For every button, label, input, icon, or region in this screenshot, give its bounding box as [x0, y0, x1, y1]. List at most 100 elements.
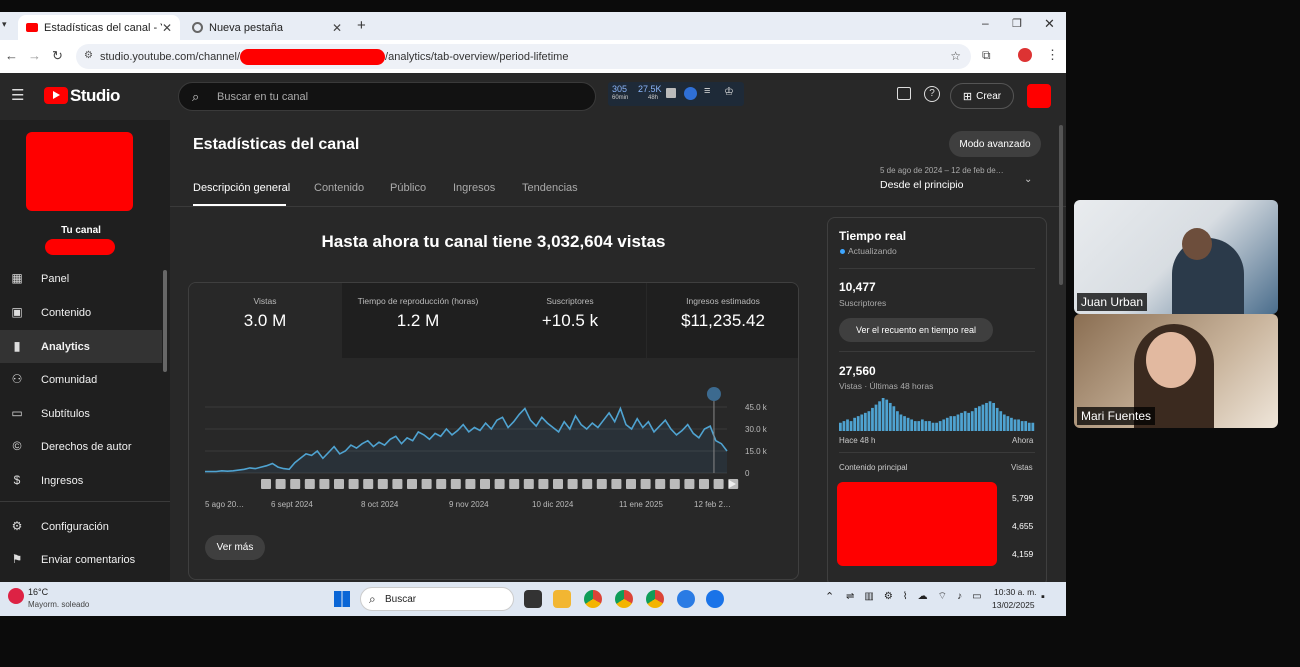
participant-name: Mari Fuentes: [1077, 407, 1156, 425]
address-bar[interactable]: ⚙ studio.youtube.com/channel/ /analytics…: [76, 44, 971, 69]
nav-earn[interactable]: $ Ingresos: [0, 464, 162, 497]
channel-avatar[interactable]: [26, 132, 133, 211]
bookmark-star-icon[interactable]: ☆: [950, 49, 961, 63]
metric-value: 3.0 M: [243, 311, 287, 330]
nav-settings[interactable]: ⚙ Configuración: [0, 510, 162, 543]
date-range-picker[interactable]: 5 de ago de 2024 – 12 de feb de… Desde e…: [880, 166, 1040, 196]
tray-icons[interactable]: ⇌▥⚙⌇☁⌔♪▭: [846, 590, 992, 603]
metric-revenue[interactable]: Ingresos estimados $11,235.42: [647, 283, 798, 358]
close-tab-icon[interactable]: ✕: [162, 21, 172, 35]
ext-avatar-icon[interactable]: [684, 87, 697, 100]
browser-tab-analytics[interactable]: Estadísticas del canal - YouTube ✕: [18, 15, 180, 40]
url-prefix: studio.youtube.com/channel/: [100, 50, 241, 63]
chrome-profile-icon[interactable]: [615, 590, 633, 608]
realtime-bar: [881, 398, 885, 431]
metric-watch-time[interactable]: Tiempo de reproducción (horas) 1.2 M: [342, 283, 494, 358]
realtime-bar: [903, 416, 906, 431]
profile-avatar[interactable]: [1018, 48, 1032, 62]
see-more-button[interactable]: Ver más: [205, 535, 265, 560]
tab-trends[interactable]: Tendencias: [522, 182, 578, 194]
close-window-icon[interactable]: ✕: [1044, 16, 1055, 32]
sidebar-divider: [0, 501, 170, 502]
realtime-bar: [863, 412, 867, 431]
back-icon[interactable]: ←: [5, 48, 18, 63]
nav-panel[interactable]: ▦ Panel: [0, 262, 162, 295]
account-avatar[interactable]: [1027, 84, 1051, 108]
forward-icon[interactable]: →: [28, 48, 41, 63]
participant-name: Juan Urban: [1077, 293, 1148, 311]
advanced-mode-button[interactable]: Modo avanzado: [949, 131, 1041, 157]
hamburger-menu-icon[interactable]: ☰: [11, 86, 24, 104]
tray-chevron-icon[interactable]: ⌃: [825, 590, 834, 603]
realtime-bar: [899, 414, 903, 431]
upload-marker: [611, 479, 622, 489]
create-button[interactable]: ⊞ Crear: [950, 83, 1014, 109]
realtime-bar-chart[interactable]: [839, 396, 1035, 431]
views-headline: Hasta ahora tu canal tiene 3,032,604 vis…: [321, 232, 666, 251]
tab-content[interactable]: Contenido: [314, 182, 364, 194]
realtime-bar: [1002, 414, 1006, 431]
weather-icon[interactable]: [8, 588, 24, 604]
nav-label: Comunidad: [41, 373, 98, 386]
browser-tab-newtab[interactable]: Nueva pestaña ✕: [184, 15, 350, 40]
notification-icon[interactable]: ▪: [1041, 591, 1045, 603]
metric-subscribers[interactable]: Suscriptores +10.5 k: [494, 283, 646, 358]
tab-overview[interactable]: Descripción general: [193, 182, 290, 194]
taskbar-search[interactable]: ⌕ Buscar: [360, 587, 514, 611]
search-input[interactable]: ⌕ Buscar en tu canal: [178, 82, 596, 111]
nav-copyright[interactable]: © Derechos de autor: [0, 430, 162, 463]
new-tab-icon[interactable]: +: [357, 17, 366, 34]
nav-label: Derechos de autor: [41, 440, 132, 453]
maximize-icon[interactable]: ❐: [1012, 17, 1022, 30]
minimize-icon[interactable]: –: [982, 16, 989, 30]
ext-chart-icon[interactable]: [666, 88, 676, 98]
tab-audience[interactable]: Público: [390, 182, 426, 194]
nav-subtitles[interactable]: ▭ Subtítulos: [0, 397, 162, 430]
y-tick-label: 0: [745, 469, 750, 478]
help-icon[interactable]: ?: [924, 86, 940, 102]
nav-label: Enviar comentarios: [41, 553, 136, 566]
tab-search-icon[interactable]: ▾: [2, 19, 7, 30]
x-tick-label: 9 nov 2024: [449, 500, 489, 509]
top-content-views-3: 4,159: [1012, 549, 1034, 559]
site-info-icon[interactable]: ⚙: [84, 50, 93, 61]
task-view-icon[interactable]: [524, 590, 542, 608]
page-scrollbar[interactable]: [1059, 125, 1063, 285]
more-menu-icon[interactable]: ⋮: [1046, 47, 1059, 63]
extensions-icon[interactable]: ⧉: [982, 48, 991, 63]
realtime-count-button[interactable]: Ver el recuento en tiempo real: [839, 318, 993, 342]
trophy-icon[interactable]: ♔: [724, 85, 734, 98]
windows-start-icon[interactable]: [334, 591, 350, 607]
feedback-icon[interactable]: [897, 87, 911, 100]
chrome-profile-2-icon[interactable]: [646, 590, 664, 608]
ext-list-icon[interactable]: ≡: [704, 85, 710, 97]
y-tick-label: 15.0 k: [745, 447, 768, 456]
metric-views[interactable]: Vistas 3.0 M: [189, 283, 341, 358]
search-icon: ⌕: [369, 592, 376, 606]
realtime-bar: [1013, 419, 1017, 431]
tab-revenue[interactable]: Ingresos: [453, 182, 495, 194]
chrome-icon[interactable]: [584, 590, 602, 608]
nav-send-feedback[interactable]: ⚑ Enviar comentarios: [0, 543, 162, 576]
messenger-icon[interactable]: [677, 590, 695, 608]
studio-logo-text: Studio: [70, 86, 120, 105]
sidebar-scrollbar[interactable]: [163, 270, 167, 372]
realtime-bar: [945, 417, 949, 431]
youtube-logo-icon[interactable]: [44, 87, 68, 104]
participant-tile-2[interactable]: Mari Fuentes: [1074, 314, 1278, 428]
top-content-thumbnails-redacted[interactable]: [837, 482, 997, 566]
rt-divider-3: [839, 452, 1035, 453]
participant-tile-1[interactable]: Juan Urban: [1074, 200, 1278, 314]
reload-icon[interactable]: ↻: [52, 48, 63, 64]
close-tab-icon[interactable]: ✕: [332, 21, 342, 35]
chat-app-icon[interactable]: [706, 590, 724, 608]
file-explorer-icon[interactable]: [553, 590, 571, 608]
content-icon: ▣: [11, 305, 23, 319]
top-content-views-2: 4,655: [1012, 521, 1034, 531]
rt-divider-1: [839, 268, 1035, 269]
upload-marker: [553, 479, 563, 489]
nav-content[interactable]: ▣ Contenido: [0, 296, 162, 329]
views-line-chart[interactable]: 45.0 k 30.0 k 15.0 k 0 5 ago 20… 6 sept 2024 8…: [189, 383, 799, 523]
nav-community[interactable]: ⚇ Comunidad: [0, 363, 162, 396]
nav-analytics[interactable]: ▮ Analytics: [0, 330, 162, 363]
